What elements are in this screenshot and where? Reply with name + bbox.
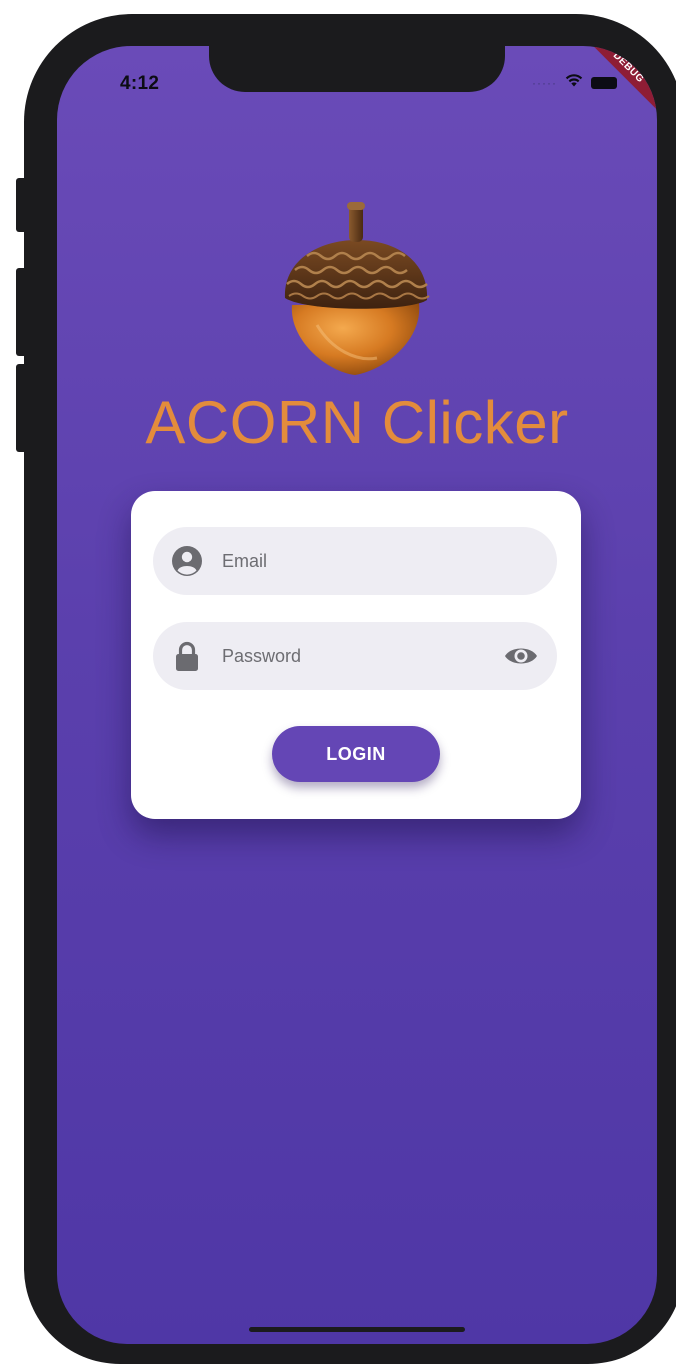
status-time: 4:12 (120, 73, 160, 94)
app-screen: 4:12 ····· DEBUG ACORN Clicker Email LOG… (57, 46, 657, 1344)
person-circle-icon (171, 545, 203, 577)
password-field[interactable] (153, 622, 557, 690)
home-indicator (249, 1327, 465, 1332)
battery-icon (591, 76, 617, 89)
lock-icon (171, 640, 203, 672)
password-input[interactable] (220, 644, 503, 668)
device-notch (209, 46, 505, 92)
eye-icon[interactable] (503, 638, 539, 674)
email-field[interactable] (153, 527, 557, 595)
login-button[interactable]: LOGIN (272, 726, 440, 782)
email-input[interactable] (220, 549, 539, 573)
wifi-icon (565, 73, 583, 92)
signal-dots: ····· (532, 75, 557, 90)
acorn-icon (277, 200, 435, 380)
app-title: ACORN Clicker (145, 389, 569, 456)
login-card: LOGIN (131, 491, 581, 819)
status-icons: ····· (532, 73, 617, 92)
